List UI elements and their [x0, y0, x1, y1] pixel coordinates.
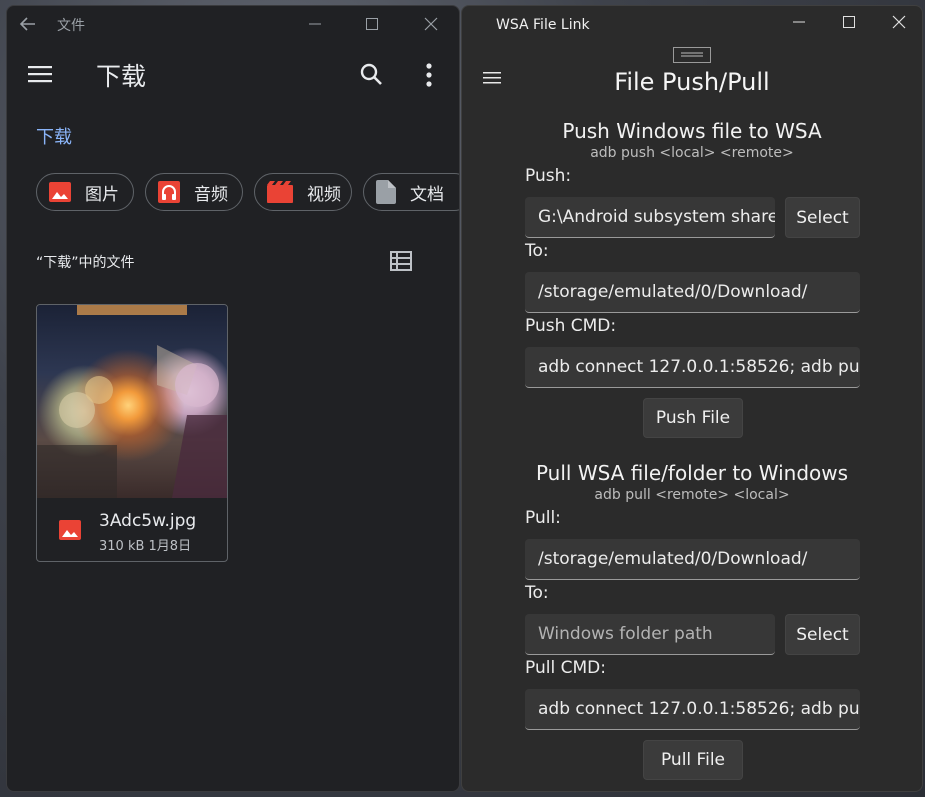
section-title: “下载”中的文件: [36, 255, 135, 271]
files-window-title: 文件: [57, 18, 85, 34]
menu-icon[interactable]: [28, 65, 52, 87]
file-meta: 310 kB 1月8日: [99, 539, 192, 554]
chip-label: 音频: [194, 184, 228, 205]
pull-to-label: To:: [525, 583, 549, 603]
drag-handle-icon[interactable]: [673, 47, 711, 67]
pull-source-field[interactable]: /storage/emulated/0/Download/: [525, 539, 860, 580]
image-icon: [49, 182, 71, 202]
pull-cmd-field[interactable]: adb connect 127.0.0.1:58526; adb pull '/…: [525, 689, 860, 730]
document-icon: [376, 180, 396, 204]
file-card[interactable]: 3Adc5w.jpg 310 kB 1月8日: [36, 304, 228, 562]
push-select-button[interactable]: Select: [785, 197, 860, 238]
files-appbar: 下载: [7, 42, 459, 106]
push-to-label: To:: [525, 241, 549, 261]
close-icon[interactable]: [876, 6, 922, 40]
image-file-icon: [59, 520, 81, 540]
file-name: 3Adc5w.jpg: [99, 511, 197, 531]
page-title: 下载: [96, 62, 147, 91]
chip-label: 视频: [307, 184, 341, 205]
chip-label: 图片: [85, 184, 119, 205]
category-chip-images[interactable]: 图片: [36, 173, 134, 211]
search-icon[interactable]: [359, 62, 383, 90]
push-section-subtitle: adb push <local> <remote>: [590, 145, 794, 161]
files-window: 文件 下载 下载 图片 音频 视频 文档 “下载”中的文件 3Adc5w.jpg…: [6, 5, 460, 792]
wsa-window: WSA File Link File Push/Pull Push Window…: [461, 5, 923, 792]
category-chip-audio[interactable]: 音频: [145, 173, 243, 211]
maximize-icon[interactable]: [826, 6, 872, 40]
push-destination-field[interactable]: /storage/emulated/0/Download/: [525, 272, 860, 313]
pull-select-button[interactable]: Select: [785, 614, 860, 655]
page-title: File Push/Pull: [614, 68, 770, 96]
push-cmd-label: Push CMD:: [525, 316, 617, 336]
pull-destination-field[interactable]: Windows folder path: [525, 614, 775, 655]
wsa-window-title: WSA File Link: [496, 17, 590, 33]
breadcrumb[interactable]: 下载: [36, 123, 72, 149]
more-options-icon[interactable]: [425, 62, 433, 92]
pull-section-title: Pull WSA file/folder to Windows: [535, 461, 849, 485]
push-file-button[interactable]: Push File: [643, 398, 743, 438]
pull-file-button[interactable]: Pull File: [643, 740, 743, 780]
push-source-field[interactable]: G:\Android subsystem shared: [525, 197, 775, 238]
pull-label: Pull:: [525, 508, 561, 528]
file-thumbnail: [37, 305, 227, 498]
headphones-icon: [158, 181, 180, 203]
movie-icon: [267, 181, 293, 203]
list-view-icon[interactable]: [390, 251, 412, 275]
push-label: Push:: [525, 166, 572, 186]
push-cmd-field[interactable]: adb connect 127.0.0.1:58526; adb push 'G: [525, 347, 860, 388]
maximize-icon[interactable]: [349, 6, 395, 42]
close-icon[interactable]: [408, 6, 454, 42]
minimize-icon[interactable]: [292, 6, 338, 42]
minimize-icon[interactable]: [776, 6, 822, 40]
files-titlebar: 文件: [7, 6, 459, 42]
wsa-titlebar: WSA File Link: [462, 6, 922, 42]
category-chip-video[interactable]: 视频: [254, 173, 352, 211]
chip-label: 文档: [410, 184, 444, 205]
category-chip-documents[interactable]: 文档: [363, 173, 459, 211]
back-arrow-icon[interactable]: [19, 15, 37, 37]
push-section-title: Push Windows file to WSA: [562, 119, 822, 143]
pull-section-subtitle: adb pull <remote> <local>: [594, 487, 790, 503]
pull-cmd-label: Pull CMD:: [525, 658, 606, 678]
